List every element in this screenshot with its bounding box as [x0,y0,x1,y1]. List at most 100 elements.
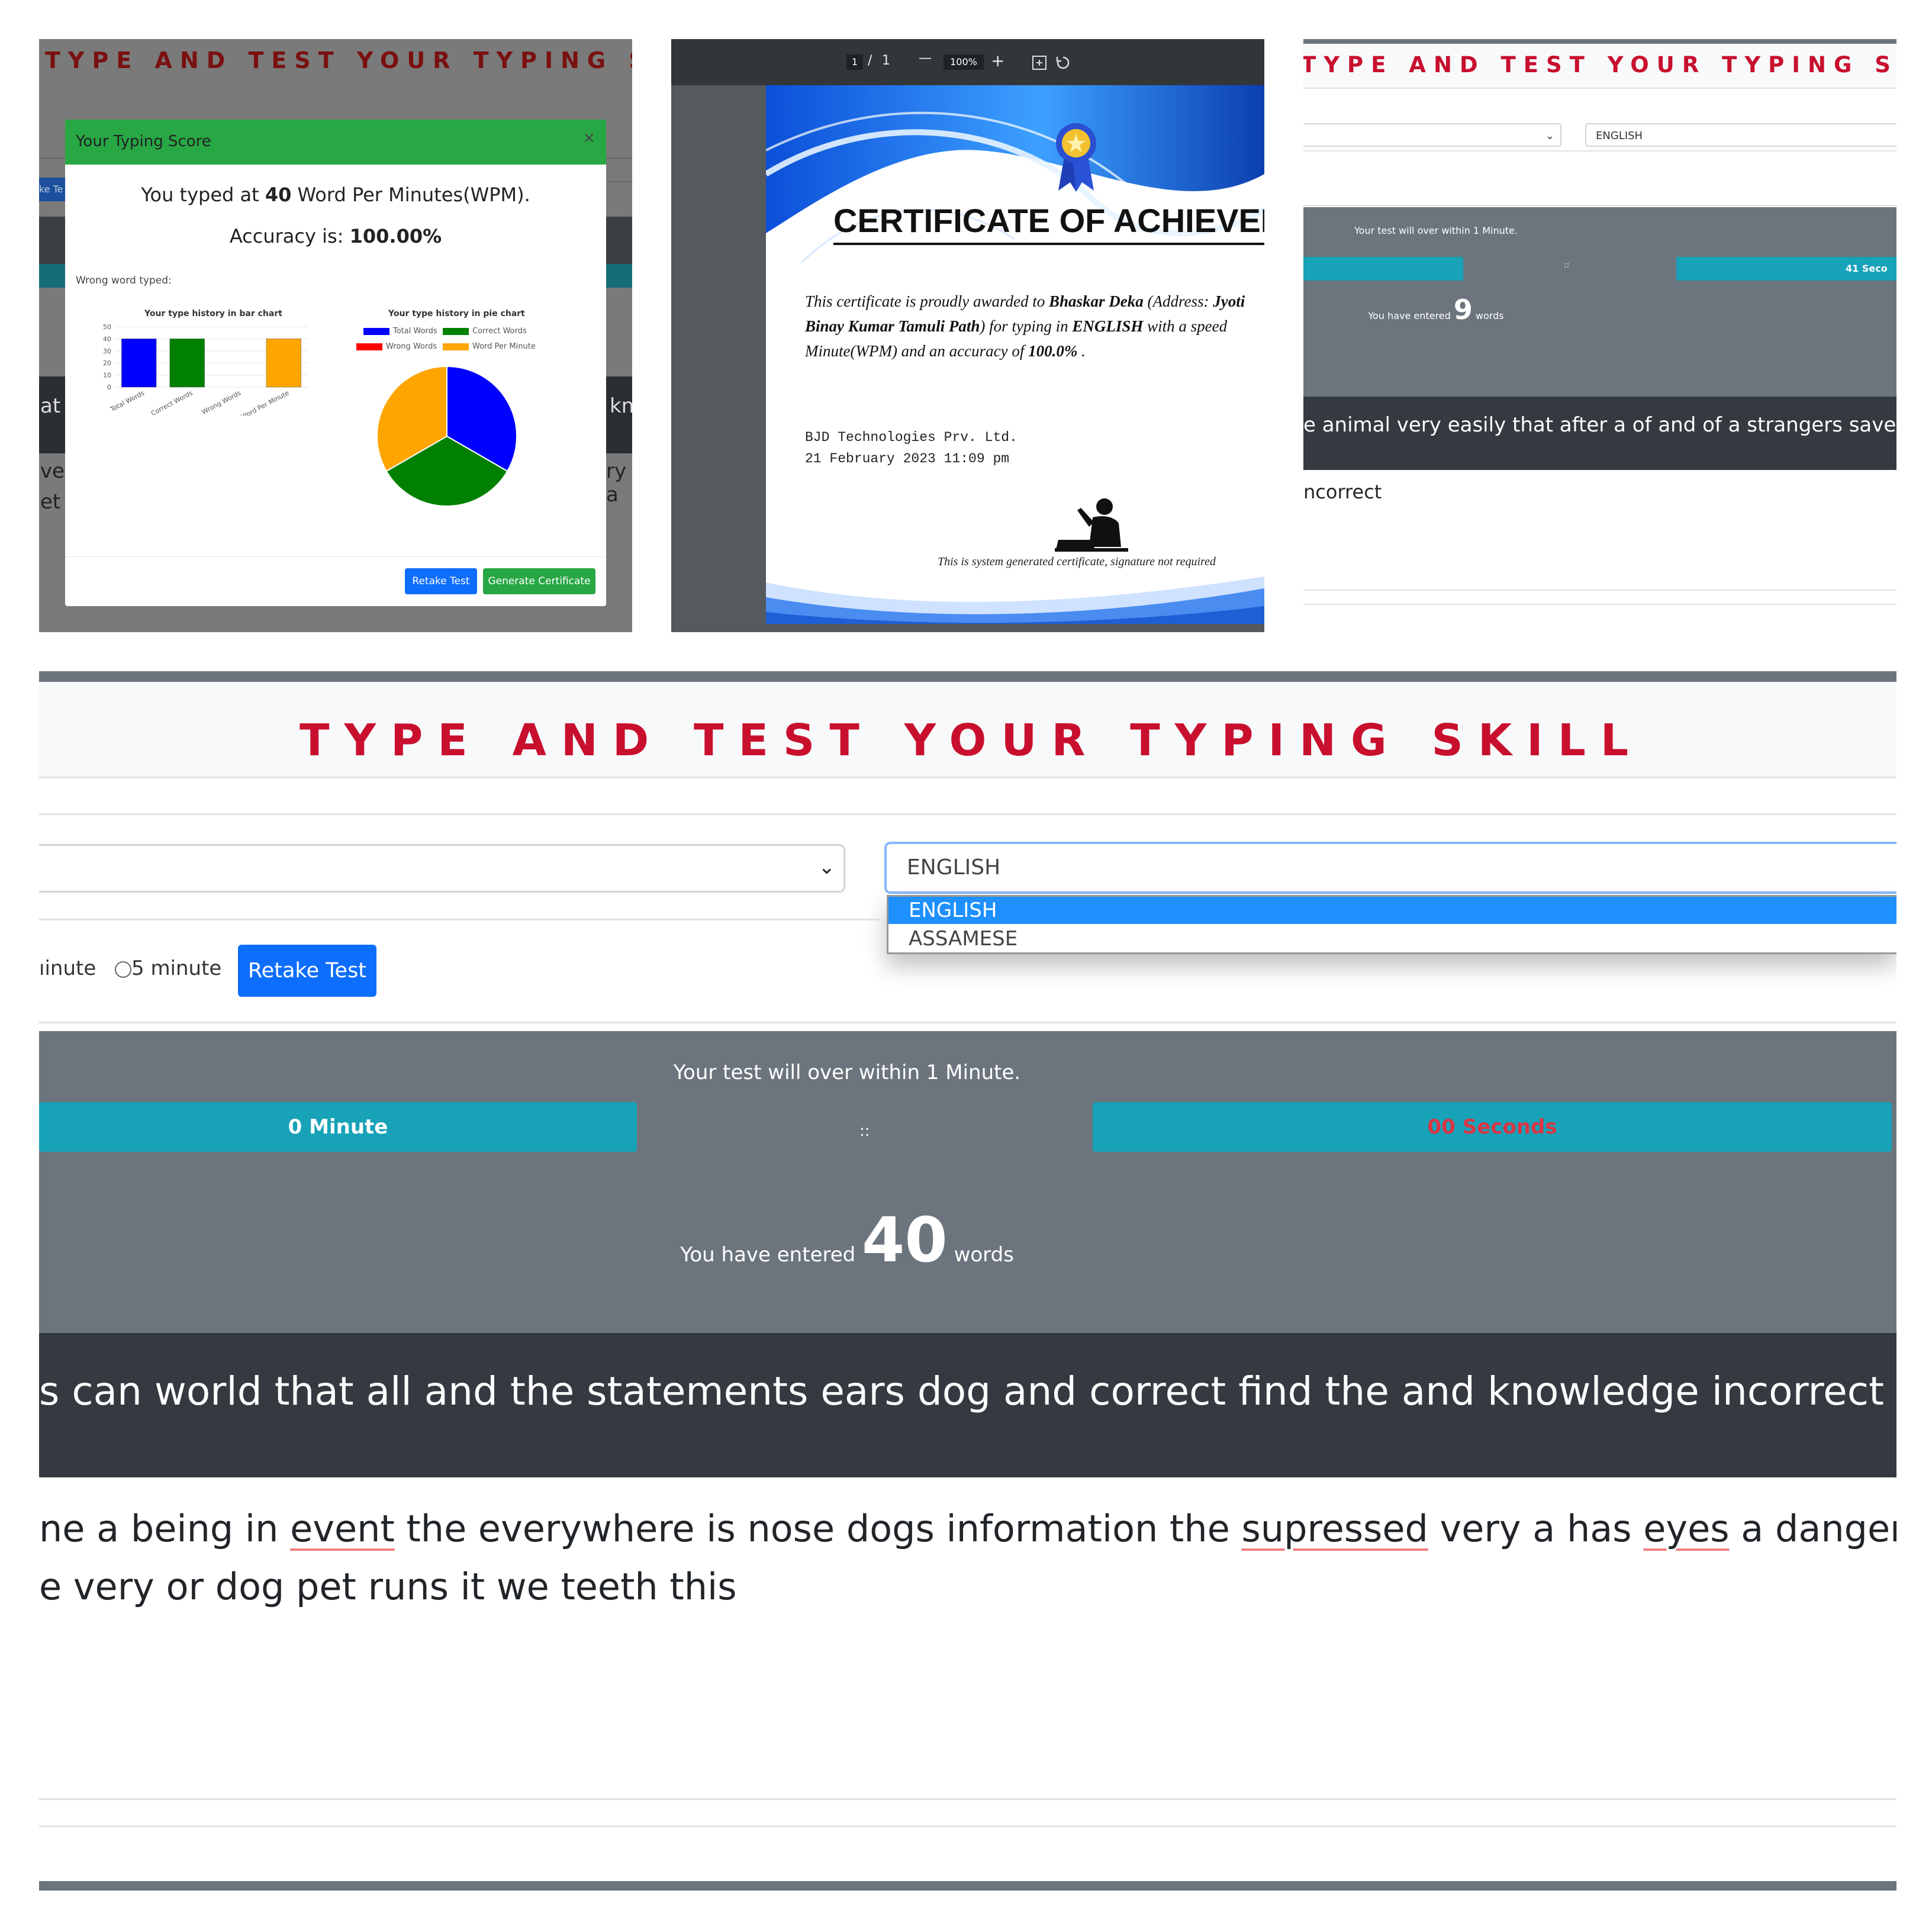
header: TYPE AND TEST YOUR TYPING SKILL [39,682,1896,777]
wpm-result: You typed at 40 Word Per Minutes(WPM). [65,183,606,206]
accuracy-prefix: Accuracy is: [229,225,350,247]
option-assamese[interactable]: ASSAMESE [888,925,1896,952]
retake-test-button[interactable]: Retake Test [238,945,376,997]
x-tick-label: Wrong Words [201,389,243,416]
divider [1303,205,1896,206]
bar-chart: 0 10 20 30 40 50 Total Words Correct Words Wrong… [103,323,308,416]
cert-text: ) for typing in [980,317,1073,335]
bar-total-words [121,339,157,388]
divider [39,813,1896,815]
typed-word: ne a being in [39,1507,291,1550]
entered-suffix: words [1472,310,1504,321]
score-modal-screenshot: TYPE AND TEST YOUR TYPING SKILL ke Te at… [39,39,632,632]
typed-text[interactable]: ncorrect [1303,481,1382,503]
certificate-title: CERTIFICATE OF ACHIEVEMENT [833,202,1264,239]
page-separator: / [868,53,872,68]
typed-text-line-1[interactable]: ne a being in event the everywhere is no… [39,1507,1896,1550]
option-english[interactable]: ENGLISH [888,897,1896,924]
bar-chart-title: Your type history in bar chart [144,309,282,318]
cert-text: (Address: [1143,292,1213,310]
page-title: TYPE AND TEST YOUR TYPING SKILL [45,47,632,73]
y-tick-label: 0 [107,384,111,391]
word-stream: s can world that all and the statements … [39,1368,1896,1414]
certificate-pdf-screenshot: 1 / 1 — 100% + CERTIFICATE OF ACHIEVEMEN… [671,39,1264,632]
seconds-counter: 41 Seco [1676,257,1896,281]
company-name: BJD Technologies Prv. Ltd. [805,430,1017,445]
legend-wrong: Wrong Words [386,342,437,351]
seconds-counter: 00 Seconds [1093,1102,1892,1152]
language-select[interactable]: ENGLISH [884,842,1896,894]
certificate-text: This certificate is proudly awarded to B… [805,289,1255,363]
y-tick-label: 40 [103,335,111,343]
entered-count: 9 [1453,294,1473,326]
radio-5-minute-label[interactable]: 5 minute [131,957,221,980]
chevron-down-icon: ⌄ [1545,130,1554,142]
divider [39,777,1896,778]
divider [1303,88,1896,89]
typed-word: a danger or any [1741,1507,1896,1550]
cert-language: ENGLISH [1072,317,1144,335]
certificate-footer-wave [766,577,1264,624]
y-tick-label: 50 [103,323,111,331]
top-bar [1303,39,1896,44]
top-bar [39,671,1896,682]
language-select[interactable]: ENGLISH [1585,123,1896,147]
duration-select[interactable]: ⌄ [1303,123,1561,147]
generate-certificate-button[interactable]: Generate Certificate [483,568,595,594]
y-tick-label: 30 [103,347,111,355]
modal-header: Your Typing Score × [65,120,606,165]
divider [1303,604,1896,605]
timer-text: Your test will over within 1 Minute. [1354,225,1518,236]
cert-text: This certificate is proudly awarded to [805,292,1049,310]
page-total: 1 [882,53,890,68]
modal-footer-divider [65,556,606,557]
divider [39,1022,1896,1023]
award-ribbon-icon [1056,123,1096,192]
zoom-level[interactable]: 100% [944,54,984,70]
zoom-out-button[interactable]: — [919,51,932,66]
typed-word: the everywhere is nose dogs information … [394,1507,1242,1550]
text-fragment: et [40,490,61,514]
entered-prefix: You have entered [680,1243,862,1267]
pie-chart [376,365,517,507]
wpm-value: 40 [265,183,292,206]
legend-swatch-wpm [443,343,469,350]
y-tick-label: 20 [103,359,111,367]
radio-1-minute-label[interactable]: ıinute [39,957,96,980]
divider [1303,150,1896,152]
words-entered: You have entered 9 words [1303,294,1569,326]
cert-text: . [1077,342,1086,360]
modal-title: Your Typing Score [76,133,211,150]
pdf-toolbar: 1 / 1 — 100% + [671,39,1264,85]
wrong-words-label: Wrong word typed: [76,275,172,286]
misspelled-word: supressed [1241,1507,1428,1550]
legend-swatch-correct [443,328,469,335]
chevron-down-icon: ⌄ [818,855,836,879]
close-icon[interactable]: × [582,129,595,147]
legend-correct: Correct Words [472,327,527,336]
misspelled-word: eyes [1643,1507,1730,1550]
accuracy-value: 100.00% [349,225,442,247]
divider [1303,590,1896,591]
zoom-in-button[interactable]: + [991,51,1004,70]
rotate-icon[interactable] [1055,54,1071,71]
radio-5-minute[interactable] [115,961,131,978]
divider [39,919,880,920]
legend-wpm: Word Per Minute [472,342,536,351]
timer-panel: Your test will over within 1 Minute. :: … [1303,207,1896,397]
legend-swatch-total [363,328,389,335]
timer-text: Your test will over within 1 Minute. [673,1061,1021,1084]
fit-page-icon[interactable] [1031,54,1048,71]
accuracy-result: Accuracy is: 100.00% [65,225,606,247]
entered-count: 40 [862,1204,948,1276]
duration-select[interactable]: ⌄ [39,844,845,893]
text-fragment: kn [610,394,632,418]
divider [39,1798,1896,1800]
misspelled-word: event [290,1507,395,1550]
typed-text-line-2[interactable]: e very or dog pet runs it we teeth this [39,1565,737,1608]
issue-datetime: 21 February 2023 11:09 pm [805,451,1010,466]
page-number-input[interactable]: 1 [846,54,863,70]
retake-test-button[interactable]: Retake Test [405,568,477,594]
entered-suffix: words [947,1243,1014,1267]
minute-counter [1303,257,1463,281]
